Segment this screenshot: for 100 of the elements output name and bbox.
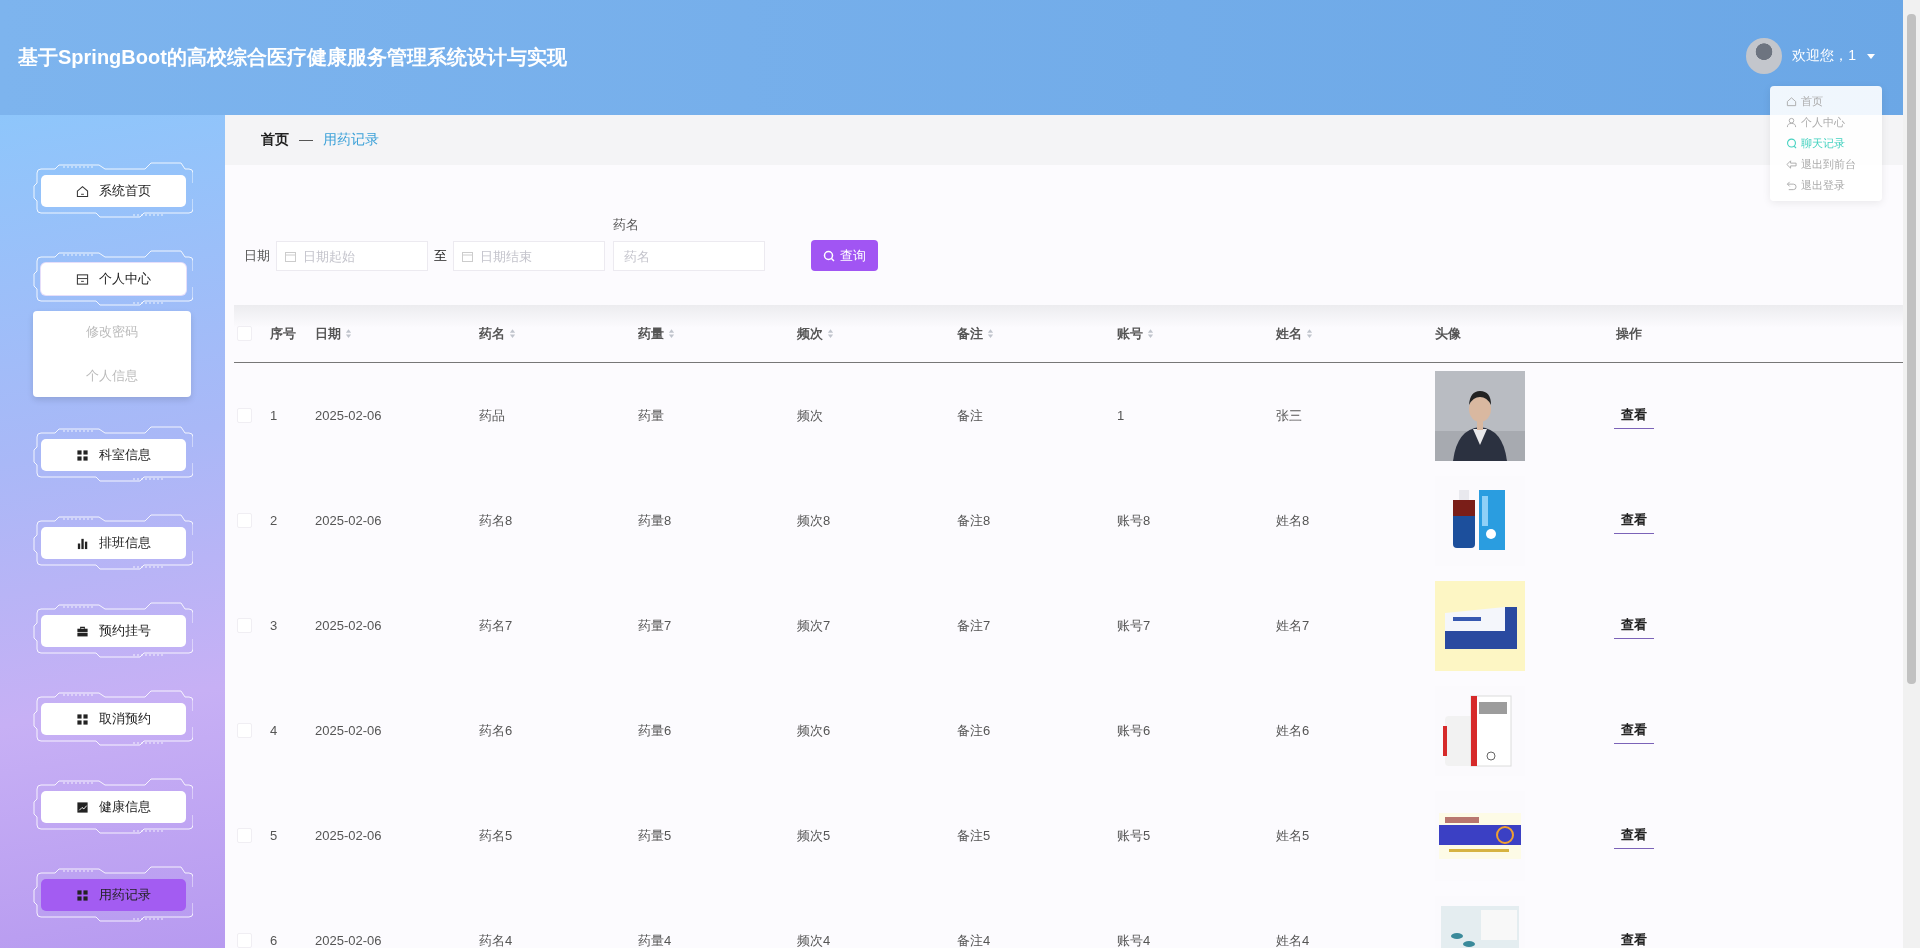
briefcase-icon [75, 624, 89, 638]
table-cell-text: 账号4 [1117, 931, 1152, 948]
breadcrumb-item[interactable]: 首页 [261, 131, 289, 149]
view-link[interactable]: 查看 [1614, 402, 1654, 429]
sidebar-item[interactable]: 个人中心 [40, 263, 186, 295]
table-cell-text: 2025-02-06 [315, 828, 383, 843]
table-cell-text: 备注4 [957, 931, 992, 948]
arrow-left-icon [1786, 159, 1797, 170]
bar-chart-icon [75, 536, 89, 550]
sort-icon[interactable] [827, 328, 834, 339]
grid-icon [75, 712, 89, 726]
calendar-icon [462, 251, 473, 262]
table-cell-text: 1 [270, 408, 279, 423]
sort-icon[interactable] [987, 328, 994, 339]
sort-icon[interactable] [1306, 328, 1313, 339]
calendar-icon [285, 251, 296, 262]
trend-chart-icon [75, 800, 89, 814]
column-header: 药名 [479, 324, 505, 343]
sort-icon[interactable] [509, 328, 516, 339]
chat-icon [1786, 138, 1797, 149]
sidebar-item[interactable]: 预约挂号 [40, 615, 186, 647]
grid-icon [75, 888, 89, 902]
table-cell-text: 2025-02-06 [315, 933, 383, 948]
table-cell-text: 2 [270, 513, 279, 528]
table-cell-text: 备注 [957, 406, 984, 425]
table-cell-text: 备注7 [957, 616, 992, 635]
table-cell-text: 姓名5 [1276, 826, 1311, 845]
search-button[interactable]: 查询 [811, 240, 878, 271]
breadcrumb-item: 用药记录 [323, 131, 379, 149]
table-cell-text: 药名4 [479, 931, 514, 948]
grid-icon [75, 448, 89, 462]
table-cell-text: 姓名7 [1276, 616, 1311, 635]
view-link[interactable]: 查看 [1614, 612, 1654, 639]
sidebar-item[interactable]: 用药记录 [40, 879, 186, 911]
column-header: 药量 [638, 324, 664, 343]
table-cell-text: 药量4 [638, 931, 673, 948]
column-header: 操作 [1616, 324, 1642, 343]
table-cell-text: 1 [1117, 408, 1126, 423]
table-cell-text: 5 [270, 828, 279, 843]
table-cell-text: 3 [270, 618, 279, 633]
table-cell-text: 6 [270, 933, 279, 948]
table-cell-text: 张三 [1276, 406, 1303, 425]
view-link[interactable]: 查看 [1614, 927, 1654, 948]
drug-name-label: 药名 [613, 217, 640, 233]
table-cell-text: 4 [270, 723, 279, 738]
table-cell-text: 频次8 [797, 511, 832, 530]
table-cell-text: 药名8 [479, 511, 514, 530]
table-cell-text: 备注6 [957, 721, 992, 740]
table-cell-text: 2025-02-06 [315, 618, 383, 633]
sidebar-item[interactable]: 健康信息 [40, 791, 186, 823]
home-icon [75, 184, 89, 198]
view-link[interactable]: 查看 [1614, 822, 1654, 849]
column-header: 日期 [315, 324, 341, 343]
table-cell-text: 药品 [479, 406, 506, 425]
sort-icon[interactable] [668, 328, 675, 339]
table-cell-text: 药量5 [638, 826, 673, 845]
table-cell-text: 频次7 [797, 616, 832, 635]
dropdown-caret-icon[interactable] [1866, 52, 1876, 60]
table-cell-text: 药名7 [479, 616, 514, 635]
table-cell-text: 姓名8 [1276, 511, 1311, 530]
drug-name-field[interactable]: 药名 [613, 241, 765, 271]
column-header: 序号 [270, 324, 296, 343]
sort-icon[interactable] [345, 328, 352, 339]
date-label: 日期 [244, 247, 270, 265]
card-icon [75, 272, 89, 286]
scrollbar[interactable] [1903, 0, 1920, 948]
table-cell-text: 药量8 [638, 511, 673, 530]
table-cell-text: 备注5 [957, 826, 992, 845]
table-cell-text: 2025-02-06 [315, 408, 383, 423]
return-icon [1786, 180, 1797, 191]
table-cell-text: 账号6 [1117, 721, 1152, 740]
table-cell-text: 频次5 [797, 826, 832, 845]
sidebar-item[interactable]: 排班信息 [40, 527, 186, 559]
range-separator: 至 [434, 247, 447, 265]
table-cell-text: 账号5 [1117, 826, 1152, 845]
table-cell-text: 姓名6 [1276, 721, 1311, 740]
sidebar-item[interactable]: 科室信息 [40, 439, 186, 471]
home-icon [1786, 96, 1797, 107]
column-header: 备注 [957, 324, 983, 343]
sidebar-item[interactable]: 取消预约 [40, 703, 186, 735]
view-link[interactable]: 查看 [1614, 507, 1654, 534]
table-cell-text: 药名5 [479, 826, 514, 845]
table-cell-text: 频次6 [797, 721, 832, 740]
avatar[interactable] [1746, 38, 1783, 74]
view-link[interactable]: 查看 [1614, 717, 1654, 744]
sidebar-item[interactable]: 系统首页 [40, 175, 186, 207]
column-header: 姓名 [1276, 324, 1302, 343]
table-cell-text: 频次 [797, 406, 824, 425]
table-cell-text: 2025-02-06 [315, 513, 383, 528]
sort-icon[interactable] [1147, 328, 1154, 339]
table-cell-text: 药量6 [638, 721, 673, 740]
table-cell-text: 药名6 [479, 721, 514, 740]
table-cell-text: 备注8 [957, 511, 992, 530]
table-cell-text: 账号8 [1117, 511, 1152, 530]
user-icon [1786, 117, 1797, 128]
search-icon [823, 249, 835, 262]
table-cell-text: 频次4 [797, 931, 832, 948]
end-date-field[interactable]: 日期结束 [453, 241, 605, 271]
table-cell-text: 账号7 [1117, 616, 1152, 635]
column-header: 账号 [1117, 324, 1143, 343]
